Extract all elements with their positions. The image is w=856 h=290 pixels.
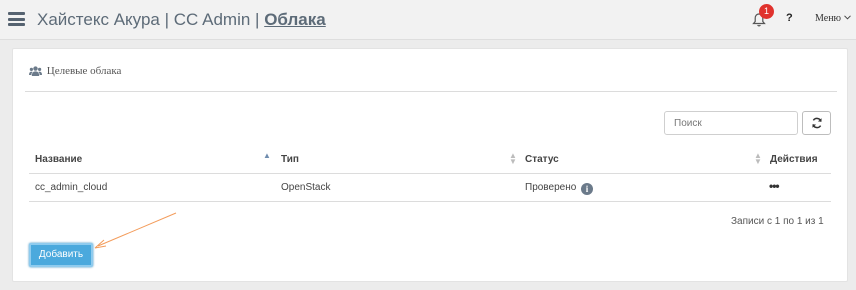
panel-title-text: Целевые облака: [46, 65, 122, 77]
cell-status: Проверено i: [525, 182, 594, 195]
search-input[interactable]: [664, 111, 798, 135]
info-icon[interactable]: i: [581, 183, 594, 195]
chevron-down-icon: [843, 15, 851, 20]
divider: [25, 91, 837, 92]
title-separator: |: [255, 10, 260, 29]
sort-icon[interactable]: ▲ ▼: [509, 152, 517, 166]
hamburger-menu-icon[interactable]: [8, 12, 25, 26]
row-actions-menu[interactable]: •••: [769, 179, 780, 193]
refresh-icon: [812, 117, 822, 129]
panel-title: Целевые облака: [29, 65, 121, 77]
app-name: Хайстекс Акура: [37, 10, 160, 29]
add-button[interactable]: Добавить: [29, 243, 93, 267]
help-button[interactable]: ?: [786, 12, 793, 24]
app-title: Хайстекс Акура | CC Admin | Облака: [37, 10, 326, 30]
breadcrumb-current-page[interactable]: Облака: [264, 10, 326, 29]
cell-type: OpenStack: [281, 182, 331, 193]
section-name: CC Admin: [173, 10, 251, 29]
notification-badge: 1: [759, 4, 774, 19]
column-header-name[interactable]: Название: [35, 154, 82, 165]
sort-ascending-icon[interactable]: ▲: [263, 152, 271, 160]
cell-name: cc_admin_cloud: [35, 182, 108, 193]
target-clouds-panel: Целевые облака Название ▲ Тип ▲▼ Статус …: [12, 48, 848, 282]
sort-icon[interactable]: ▲ ▼: [754, 152, 762, 166]
column-header-status[interactable]: Статус: [525, 154, 559, 165]
column-header-type[interactable]: Тип: [281, 154, 299, 165]
users-icon: [29, 66, 42, 76]
records-summary: Записи с 1 по 1 из 1: [731, 216, 824, 227]
top-bar: Хайстекс Акура | CC Admin | Облака 1 ? М…: [0, 0, 856, 40]
refresh-button[interactable]: [802, 111, 831, 135]
menu-label: Меню: [815, 13, 842, 24]
title-separator: |: [164, 10, 170, 29]
status-text: Проверено: [525, 182, 577, 193]
column-header-actions: Действия: [770, 154, 818, 165]
divider: [29, 201, 831, 202]
divider: [29, 173, 831, 174]
menu-dropdown[interactable]: Меню: [815, 13, 851, 24]
